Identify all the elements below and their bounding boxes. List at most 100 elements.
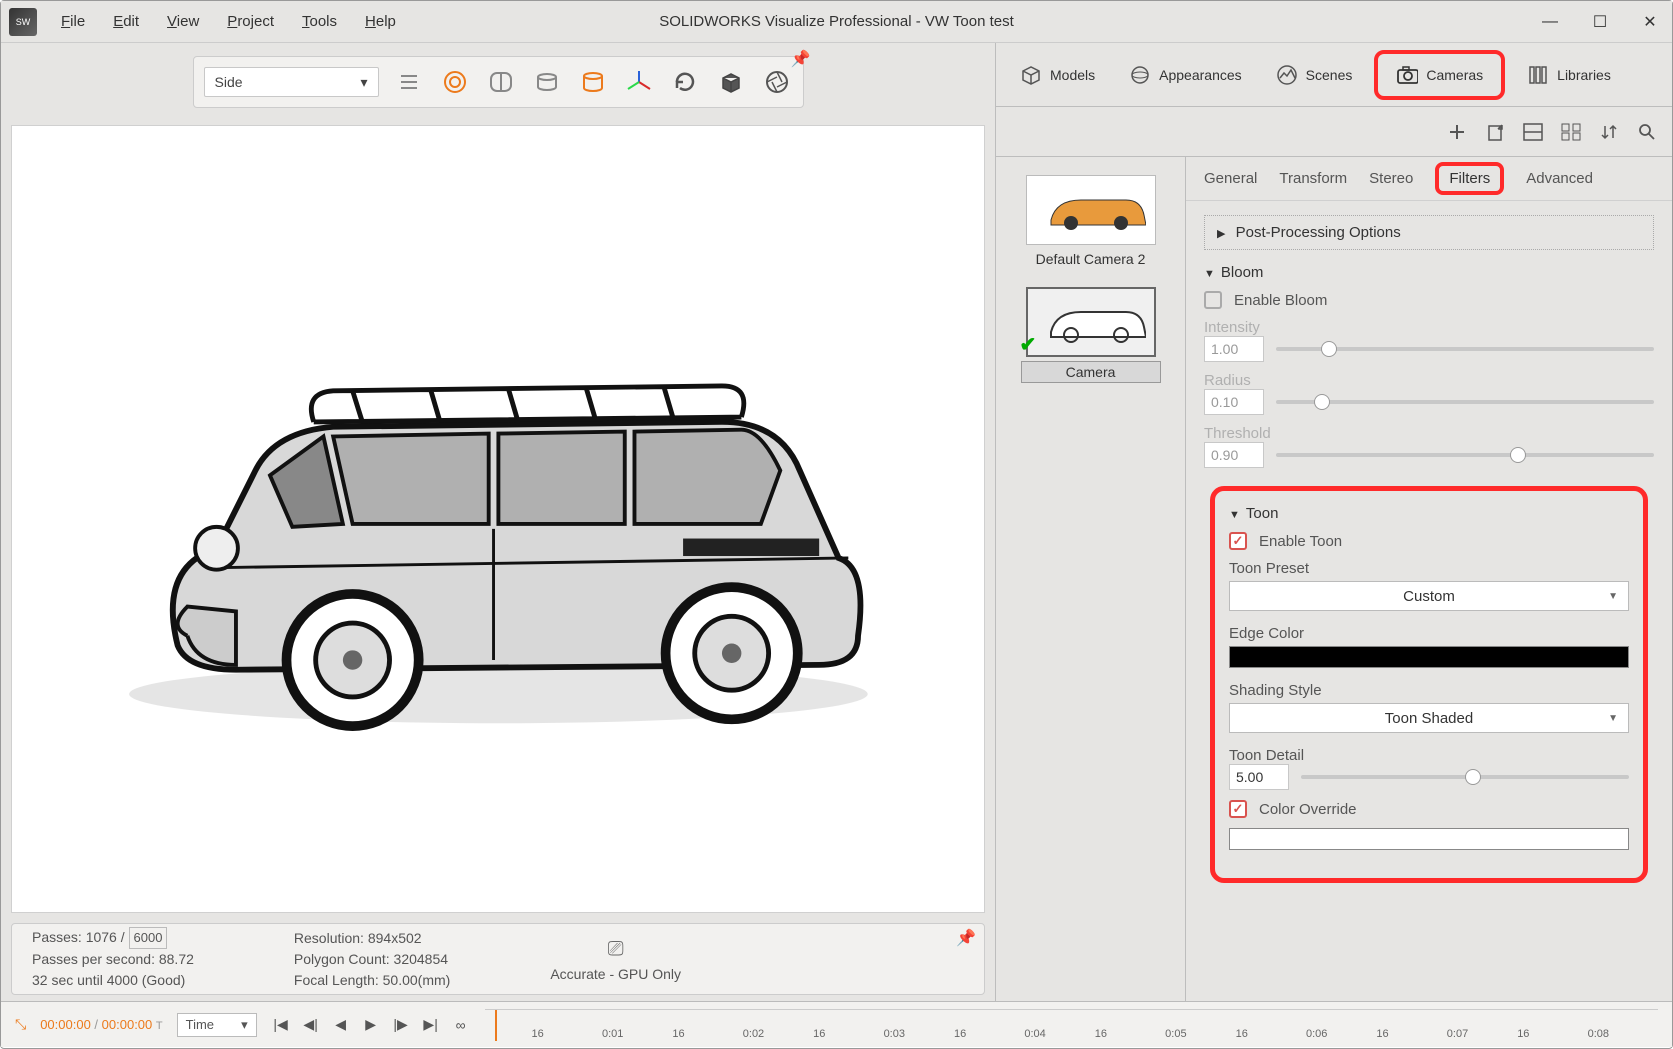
chevron-down-icon: ▾ — [360, 74, 367, 91]
palette-scenes[interactable]: Scenes — [1264, 58, 1365, 92]
menubar: File Edit View Project Tools Help — [61, 13, 396, 30]
intensity-label: Intensity — [1204, 319, 1654, 336]
play-button[interactable]: ▶ — [361, 1015, 381, 1035]
sphere-icon — [1129, 64, 1151, 86]
enable-toon-label: Enable Toon — [1259, 533, 1342, 550]
enable-bloom-checkbox[interactable] — [1204, 291, 1222, 309]
status-bar: 📌 Passes: 1076 / 6000 Passes per second:… — [11, 923, 985, 995]
threshold-slider[interactable] — [1276, 453, 1654, 457]
passes-target-input[interactable]: 6000 — [129, 927, 168, 949]
camera-icon — [1396, 64, 1418, 86]
override-color-swatch[interactable] — [1229, 828, 1629, 850]
sort-icon[interactable] — [1598, 121, 1620, 143]
toon-header[interactable]: ▼Toon — [1229, 505, 1629, 522]
palette-appearances[interactable]: Appearances — [1117, 58, 1254, 92]
close-button[interactable]: ✕ — [1634, 8, 1666, 36]
intensity-slider[interactable] — [1276, 347, 1654, 351]
target-icon[interactable] — [439, 66, 471, 98]
tab-advanced[interactable]: Advanced — [1526, 170, 1593, 187]
camera-item-default[interactable]: Default Camera 2 — [1021, 175, 1161, 269]
layout-icon[interactable] — [1522, 121, 1544, 143]
landscape-icon — [1276, 64, 1298, 86]
view-select-label: Side — [215, 74, 243, 90]
cube-icon — [1020, 64, 1042, 86]
palette-libraries[interactable]: Libraries — [1515, 58, 1623, 92]
palette-cameras[interactable]: Cameras — [1374, 50, 1505, 100]
palette-models[interactable]: Models — [1008, 58, 1107, 92]
shading-style-label: Shading Style — [1229, 682, 1629, 699]
axis-icon[interactable] — [623, 66, 655, 98]
toon-detail-input[interactable]: 5.00 — [1229, 764, 1289, 790]
refresh-icon[interactable] — [669, 66, 701, 98]
step-forward-button[interactable]: |▶ — [391, 1015, 411, 1035]
timeline-expand-icon[interactable]: ⤡ — [15, 1016, 26, 1033]
enable-bloom-label: Enable Bloom — [1234, 292, 1327, 309]
toon-preset-select[interactable]: Custom▼ — [1229, 581, 1629, 611]
check-icon: ✔ — [1020, 332, 1037, 357]
menu-file[interactable]: File — [61, 13, 85, 30]
enable-toon-checkbox[interactable] — [1229, 532, 1247, 550]
color-override-checkbox[interactable] — [1229, 800, 1247, 818]
chevron-down-icon: ▼ — [1608, 591, 1618, 602]
status-mode-col: ⎚ Accurate - GPU Only — [550, 934, 681, 985]
menu-project[interactable]: Project — [227, 13, 274, 30]
shading-style-select[interactable]: Toon Shaded▼ — [1229, 703, 1629, 733]
pin-icon[interactable]: 📌 — [791, 49, 811, 69]
intensity-input[interactable]: 1.00 — [1204, 336, 1264, 362]
edge-color-label: Edge Color — [1229, 625, 1629, 642]
cylinder-icon[interactable] — [577, 66, 609, 98]
properties-panel: General Transform Stereo Filters Advance… — [1186, 157, 1672, 1001]
radius-label: Radius — [1204, 372, 1654, 389]
maximize-button[interactable]: ☐ — [1584, 8, 1616, 36]
tab-general[interactable]: General — [1204, 170, 1257, 187]
radius-slider[interactable] — [1276, 400, 1654, 404]
tab-filters[interactable]: Filters — [1435, 162, 1504, 195]
list-toggle-icon[interactable] — [393, 66, 425, 98]
post-processing-header[interactable]: ▶ Post-Processing Options — [1204, 215, 1654, 250]
camera-thumbnail — [1026, 175, 1156, 245]
camera-list: Default Camera 2 ✔ Camera — [996, 157, 1186, 1001]
add-icon[interactable] — [1446, 121, 1468, 143]
status-passes-col: Passes: 1076 / 6000 Passes per second: 8… — [32, 927, 194, 991]
properties-pane: Models Appearances Scenes Cameras Librar… — [995, 43, 1672, 1001]
loop-button[interactable]: ∞ — [451, 1015, 471, 1035]
search-icon[interactable] — [1636, 121, 1658, 143]
menu-edit[interactable]: Edit — [113, 13, 139, 30]
rotate-cylinder-icon[interactable] — [531, 66, 563, 98]
goto-end-button[interactable]: ▶| — [421, 1015, 441, 1035]
pin-icon[interactable]: 📌 — [956, 928, 976, 948]
radius-input[interactable]: 0.10 — [1204, 389, 1264, 415]
color-override-label: Color Override — [1259, 801, 1357, 818]
menu-tools[interactable]: Tools — [302, 13, 337, 30]
viewport-toolbar: Side ▾ 📌 — [193, 56, 804, 108]
grid-icon[interactable] — [1560, 121, 1582, 143]
goto-start-button[interactable]: |◀ — [271, 1015, 291, 1035]
view-select[interactable]: Side ▾ — [204, 67, 379, 97]
minimize-button[interactable]: — — [1534, 8, 1566, 36]
chevron-down-icon: ▾ — [241, 1017, 248, 1033]
tab-transform[interactable]: Transform — [1279, 170, 1347, 187]
playhead[interactable] — [495, 1010, 497, 1041]
brain-icon[interactable] — [485, 66, 517, 98]
export-icon[interactable] — [1484, 121, 1506, 143]
timeline-time: 00:00:00 / 00:00:00 T — [40, 1017, 162, 1032]
camera-item-camera[interactable]: ✔ Camera — [1021, 287, 1161, 383]
cube-icon[interactable] — [715, 66, 747, 98]
bloom-header[interactable]: ▼Bloom — [1204, 264, 1654, 281]
edge-color-swatch[interactable] — [1229, 646, 1629, 668]
window-controls: — ☐ ✕ — [1534, 1, 1666, 42]
toon-detail-slider[interactable] — [1301, 775, 1629, 779]
threshold-input[interactable]: 0.90 — [1204, 442, 1264, 468]
menu-help[interactable]: Help — [365, 13, 396, 30]
timeline-ruler[interactable]: 16 0:01 16 0:02 16 0:03 16 0:04 16 0:05 … — [485, 1009, 1658, 1041]
aperture-icon[interactable] — [761, 66, 793, 98]
tab-stereo[interactable]: Stereo — [1369, 170, 1413, 187]
viewport[interactable] — [11, 125, 985, 913]
menu-view[interactable]: View — [167, 13, 199, 30]
gpu-icon: ⎚ — [550, 934, 681, 964]
palette-tools — [996, 107, 1672, 157]
step-back-button[interactable]: ◀| — [301, 1015, 321, 1035]
timeline-unit-select[interactable]: Time▾ — [177, 1013, 257, 1037]
camera-label: Default Camera 2 — [1028, 249, 1154, 269]
play-reverse-button[interactable]: ◀ — [331, 1015, 351, 1035]
